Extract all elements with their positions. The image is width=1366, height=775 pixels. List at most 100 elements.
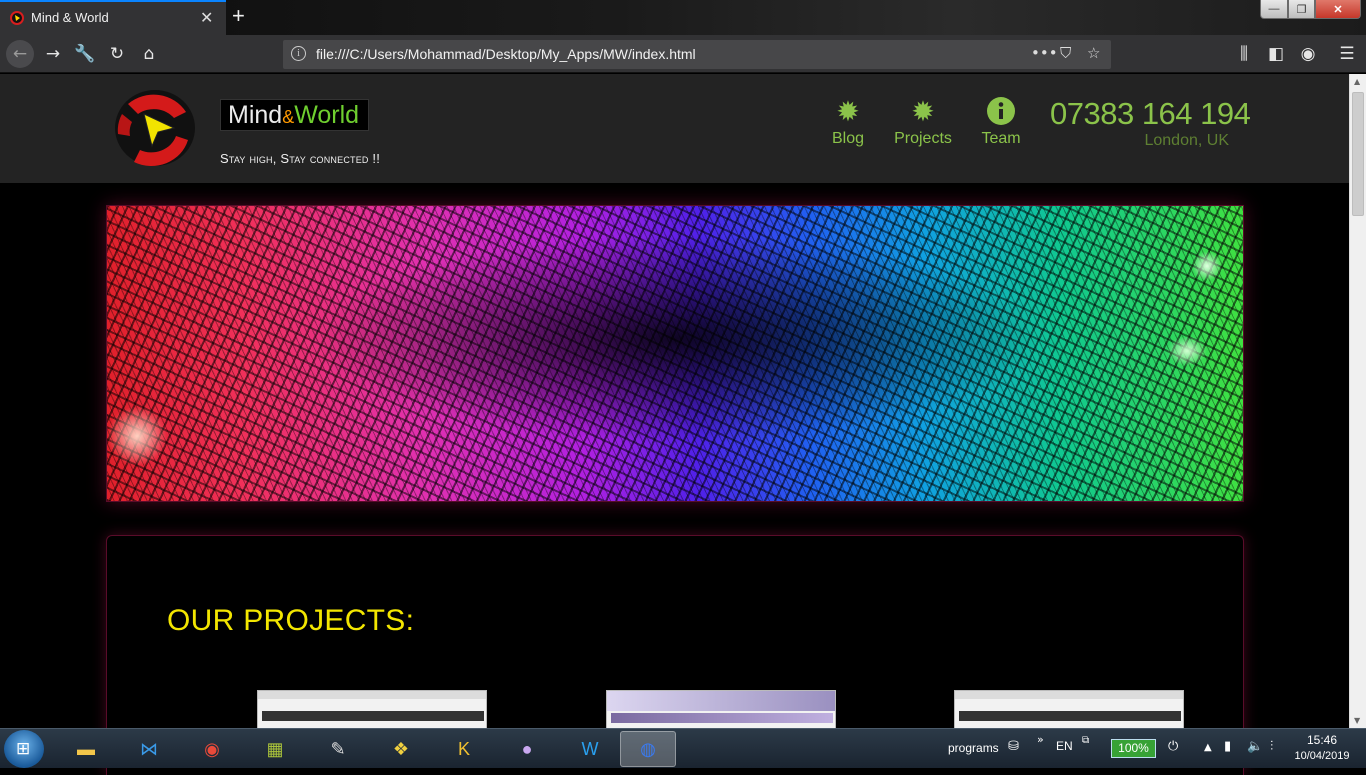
taskbar-app-tool[interactable]: ✎ bbox=[310, 731, 366, 767]
brand-part-world: World bbox=[294, 101, 360, 129]
library-icon: ⫼ bbox=[1240, 44, 1248, 64]
forward-arrow-icon: → bbox=[45, 44, 61, 64]
thumbnail-header bbox=[611, 713, 833, 723]
taskbar-app-w[interactable]: W bbox=[562, 731, 618, 767]
window-minimize-button[interactable]: — bbox=[1260, 0, 1288, 19]
power-plug-icon[interactable]: ⏻ bbox=[1168, 739, 1178, 754]
browser-toolbar: ← → 🔧 ↻ ⌂ i file:///C:/Users/Mohammad/De… bbox=[0, 35, 1366, 73]
github-cat-icon: ● bbox=[521, 738, 533, 759]
clock-date: 10/04/2019 bbox=[1294, 750, 1350, 762]
thumbnail-header bbox=[262, 711, 484, 721]
scroll-up-arrow-icon[interactable]: ▲ bbox=[1354, 77, 1360, 86]
reload-icon: ↻ bbox=[109, 44, 125, 64]
home-button[interactable]: ⌂ bbox=[133, 35, 165, 73]
taskbar-file-explorer[interactable]: ▬ bbox=[58, 731, 114, 767]
system-clock[interactable]: 15:46 10/04/2019 bbox=[1290, 733, 1354, 762]
new-tab-button[interactable]: + bbox=[232, 3, 245, 29]
speaker-icon[interactable]: 🔈 bbox=[1247, 739, 1263, 754]
taskbar-chrome-dev[interactable]: ◉ bbox=[184, 731, 240, 767]
pocket-icon[interactable]: ⛉ bbox=[1060, 44, 1071, 62]
library-button[interactable]: ⫼ bbox=[1228, 35, 1260, 73]
address-bar[interactable]: i file:///C:/Users/Mohammad/Desktop/My_A… bbox=[283, 40, 1111, 69]
restore-icon[interactable]: ⧉ bbox=[1082, 735, 1089, 746]
brand-wordmark[interactable]: Mind&World bbox=[220, 99, 369, 131]
battery-indicator[interactable]: 100% bbox=[1111, 739, 1156, 758]
windows-logo-icon: ⊞ bbox=[16, 739, 31, 759]
vscode-icon: ⋈ bbox=[140, 738, 158, 759]
url-text[interactable]: file:///C:/Users/Mohammad/Desktop/My_App… bbox=[316, 46, 696, 62]
thumbnail-header bbox=[959, 711, 1181, 721]
window-close-button[interactable]: ✕ bbox=[1315, 0, 1361, 19]
scrollbar-thumb[interactable] bbox=[1352, 92, 1364, 216]
sidebar-button[interactable]: ◧ bbox=[1260, 35, 1292, 73]
scroll-down-arrow-icon[interactable]: ▼ bbox=[1354, 716, 1360, 725]
tab-title: Mind & World bbox=[31, 10, 109, 25]
folder-icon: ▬ bbox=[77, 738, 95, 759]
tab-close-icon[interactable]: ✕ bbox=[200, 8, 213, 27]
python-icon: ❖ bbox=[392, 738, 410, 759]
network-icon[interactable]: ⫶ bbox=[1270, 739, 1273, 754]
nav-label-projects: Projects bbox=[894, 130, 952, 147]
show-hidden-icons-icon[interactable]: ▲ bbox=[1204, 742, 1212, 753]
thumbnail-browser-bar bbox=[955, 691, 1183, 699]
thumbnail-browser-bar bbox=[258, 691, 486, 699]
contact-location: London, UK bbox=[1144, 132, 1229, 149]
wrench-icon: 🔧 bbox=[74, 44, 96, 64]
forward-button[interactable]: → bbox=[37, 35, 69, 73]
menu-button[interactable]: ☰ bbox=[1331, 35, 1363, 73]
taskbar-app-green[interactable]: ▦ bbox=[247, 731, 303, 767]
sunburst-icon: ✹ bbox=[911, 95, 935, 128]
start-button[interactable]: ⊞ bbox=[4, 730, 44, 768]
bookmark-star-icon[interactable]: ☆ bbox=[1087, 44, 1100, 62]
browser-tab[interactable]: Mind & World ✕ bbox=[0, 0, 226, 35]
projects-heading: OUR PROJECTS: bbox=[167, 604, 415, 637]
firefox-icon: ◍ bbox=[640, 738, 656, 759]
nav-link-blog[interactable]: ✹ Blog bbox=[813, 96, 883, 148]
taskbar-firefox[interactable]: ◍ bbox=[620, 731, 676, 767]
sunburst-icon: ✹ bbox=[836, 95, 860, 128]
sidebar-icon: ◧ bbox=[1267, 44, 1285, 64]
os-taskbar: ⊞ ▬ ⋈ ◉ ▦ ✎ ❖ K ● W ◍ programs ⛁ » EN ⧉ … bbox=[0, 728, 1366, 768]
site-logo[interactable] bbox=[108, 84, 200, 172]
app-icon: ▦ bbox=[266, 738, 284, 759]
banner-light-glow bbox=[1192, 251, 1222, 281]
banner-light-glow bbox=[1167, 336, 1207, 366]
app-k-icon: K bbox=[457, 738, 470, 759]
page-info-icon[interactable]: i bbox=[291, 46, 306, 61]
page-scrollbar[interactable]: ▲ ▼ bbox=[1349, 74, 1366, 728]
app-w-icon: W bbox=[581, 738, 599, 759]
site-header: Mind&World Stay high, Stay connected !! … bbox=[0, 74, 1349, 183]
back-button[interactable]: ← bbox=[4, 35, 36, 73]
nav-link-projects[interactable]: ✹ Projects bbox=[888, 96, 958, 148]
window-maximize-button[interactable]: ❐ bbox=[1288, 0, 1315, 19]
account-button[interactable]: ◉ bbox=[1292, 35, 1324, 73]
taskbar-visual-studio-code[interactable]: ⋈ bbox=[121, 731, 177, 767]
site-tagline: Stay high, Stay connected !! bbox=[220, 151, 381, 166]
language-indicator[interactable]: EN bbox=[1056, 739, 1073, 753]
thumbnail-browser-bar bbox=[607, 691, 835, 711]
taskbar-app-k[interactable]: K bbox=[436, 731, 492, 767]
browser-tab-strip: Mind & World ✕ + — ❐ ✕ bbox=[0, 0, 1366, 35]
hero-banner-image bbox=[106, 205, 1244, 502]
tray-programs-label[interactable]: programs bbox=[948, 741, 999, 755]
account-icon: ◉ bbox=[1300, 44, 1316, 64]
brand-ampersand: & bbox=[282, 107, 295, 127]
nav-link-team[interactable]: Team bbox=[966, 96, 1036, 148]
database-icon[interactable]: ⛁ bbox=[1008, 739, 1019, 754]
clock-time: 15:46 bbox=[1306, 733, 1338, 747]
page-actions-icon[interactable]: ••• bbox=[1031, 44, 1058, 62]
reload-button[interactable]: ↻ bbox=[101, 35, 133, 73]
hamburger-menu-icon: ☰ bbox=[1339, 44, 1355, 64]
nav-label-blog: Blog bbox=[831, 130, 865, 147]
nav-label-team: Team bbox=[981, 130, 1021, 147]
device-icon[interactable]: ▮ bbox=[1224, 739, 1231, 754]
customize-button[interactable]: 🔧 bbox=[69, 35, 101, 73]
banner-light-glow bbox=[107, 406, 167, 466]
taskbar-python[interactable]: ❖ bbox=[373, 731, 429, 767]
home-icon: ⌂ bbox=[143, 44, 155, 64]
contact-phone[interactable]: 07383 164 194 bbox=[1050, 96, 1251, 132]
chrome-icon: ◉ bbox=[204, 738, 220, 759]
info-icon bbox=[966, 96, 1036, 128]
taskbar-github[interactable]: ● bbox=[499, 731, 555, 767]
tray-overflow-icon[interactable]: » bbox=[1037, 733, 1044, 746]
